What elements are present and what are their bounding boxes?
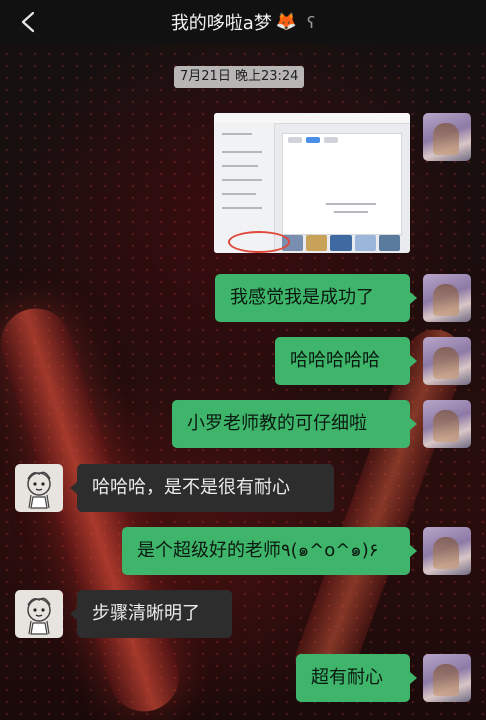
chat-title[interactable]: 我的哆啦a梦 🦊 ʕ bbox=[171, 9, 315, 35]
shot-line bbox=[326, 203, 376, 205]
my-message-bubble[interactable]: 哈哈哈哈哈 bbox=[275, 337, 410, 385]
shot-tab-active bbox=[306, 137, 320, 143]
message-timestamp: 7月21日 晚上23:24 bbox=[174, 66, 305, 88]
bubble-tail bbox=[410, 545, 417, 557]
bubble-tail bbox=[70, 608, 77, 620]
my-message-bubble[interactable]: 我感觉我是成功了 bbox=[215, 274, 410, 322]
shot-line bbox=[222, 151, 262, 153]
shot-thumbnails bbox=[282, 235, 401, 251]
contact-message-bubble[interactable]: 步骤清晰明了 bbox=[77, 590, 232, 638]
chat-title-text: 我的哆啦a梦 bbox=[170, 13, 272, 34]
my-avatar[interactable] bbox=[423, 337, 471, 385]
shot-line bbox=[222, 165, 258, 167]
back-arrow-icon bbox=[21, 11, 35, 33]
my-avatar[interactable] bbox=[423, 400, 471, 448]
fox-emoji-icon: 🦊 bbox=[275, 12, 298, 32]
ear-icon: ʕ bbox=[307, 12, 316, 32]
shot-line bbox=[222, 207, 262, 209]
contact-avatar[interactable] bbox=[15, 590, 63, 638]
shot-panel bbox=[282, 133, 402, 235]
shot-line bbox=[222, 133, 252, 135]
shot-line bbox=[222, 179, 262, 181]
chat-header: 我的哆啦a梦 🦊 ʕ bbox=[0, 0, 486, 44]
shot-tab bbox=[324, 137, 338, 143]
bubble-tail bbox=[410, 292, 417, 304]
my-message-bubble[interactable]: 超有耐心 bbox=[296, 654, 410, 702]
bubble-tail bbox=[70, 482, 77, 494]
bubble-tail bbox=[410, 672, 417, 684]
my-avatar[interactable] bbox=[423, 654, 471, 702]
contact-message-bubble[interactable]: 哈哈哈，是不是很有耐心 bbox=[77, 464, 334, 512]
my-avatar[interactable] bbox=[423, 274, 471, 322]
bubble-tail bbox=[410, 418, 417, 430]
my-avatar[interactable] bbox=[423, 527, 471, 575]
my-message-bubble[interactable]: 是个超级好的老师٩(๑^o^๑)۶ bbox=[122, 527, 410, 575]
shot-line bbox=[222, 193, 256, 195]
doodle-avatar-icon bbox=[27, 597, 51, 635]
my-message-bubble[interactable]: 小罗老师教的可仔细啦 bbox=[172, 400, 410, 448]
back-button[interactable] bbox=[14, 8, 42, 36]
image-message[interactable] bbox=[214, 113, 410, 253]
contact-avatar[interactable] bbox=[15, 464, 63, 512]
my-avatar[interactable] bbox=[423, 113, 471, 161]
bubble-tail bbox=[410, 355, 417, 367]
shot-red-circle bbox=[228, 231, 290, 253]
shot-tab bbox=[288, 137, 302, 143]
doodle-avatar-icon bbox=[27, 471, 51, 509]
shot-line bbox=[334, 211, 368, 213]
